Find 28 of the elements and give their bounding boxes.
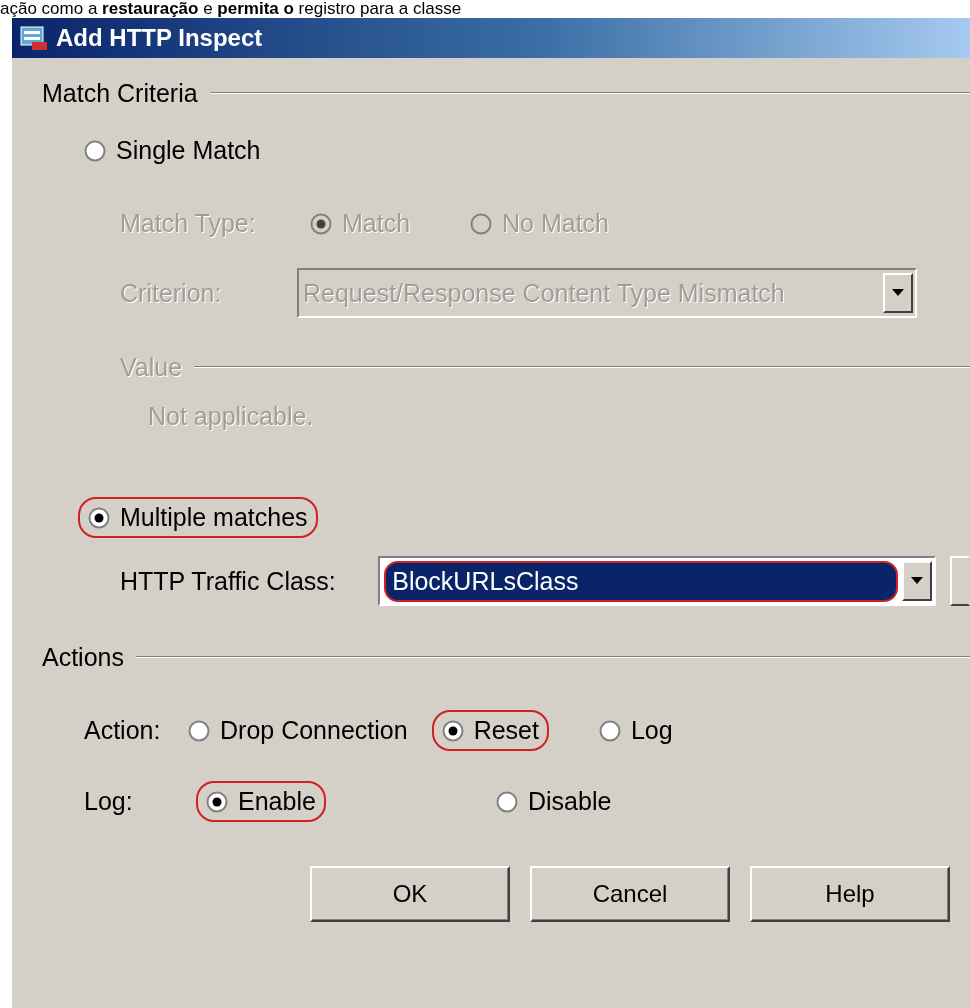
- traffic-class-dropdown[interactable]: BlockURLsClass: [378, 556, 937, 606]
- radio-option[interactable]: Reset: [431, 710, 549, 751]
- radio-icon[interactable]: [441, 719, 464, 742]
- group-label: Match Criteria: [42, 78, 198, 108]
- radio-option[interactable]: Log: [588, 710, 683, 751]
- radio-icon[interactable]: [84, 139, 106, 162]
- dialog-button[interactable]: Help: [750, 866, 950, 922]
- caption-text: ação como a restauração e permita o registro para a classe: [0, 0, 462, 18]
- field-label: Log:: [84, 787, 134, 816]
- radio-icon[interactable]: [496, 790, 518, 813]
- window-title: Add HTTP Inspect: [56, 24, 263, 52]
- selected-value: BlockURLsClass: [384, 560, 899, 602]
- radio-option[interactable]: Drop Connection: [178, 710, 418, 751]
- radio-option[interactable]: Multiple matches: [78, 497, 318, 538]
- dialog-button[interactable]: OK: [310, 866, 510, 922]
- edge-button[interactable]: [950, 556, 970, 606]
- app-icon: [20, 25, 48, 51]
- radio-icon[interactable]: [188, 719, 210, 742]
- radio-icon[interactable]: [206, 790, 228, 813]
- radio-option[interactable]: Disable: [486, 781, 622, 822]
- dialog-button[interactable]: Cancel: [530, 866, 730, 922]
- radio-icon[interactable]: [88, 506, 110, 529]
- field-label: Action:: [84, 716, 162, 745]
- group-label: Actions: [42, 642, 124, 672]
- field-label: HTTP Traffic Class:: [120, 566, 337, 596]
- radio-option[interactable]: Single Match: [74, 130, 271, 171]
- radio-icon[interactable]: [598, 719, 621, 742]
- radio-option[interactable]: Enable: [196, 781, 326, 822]
